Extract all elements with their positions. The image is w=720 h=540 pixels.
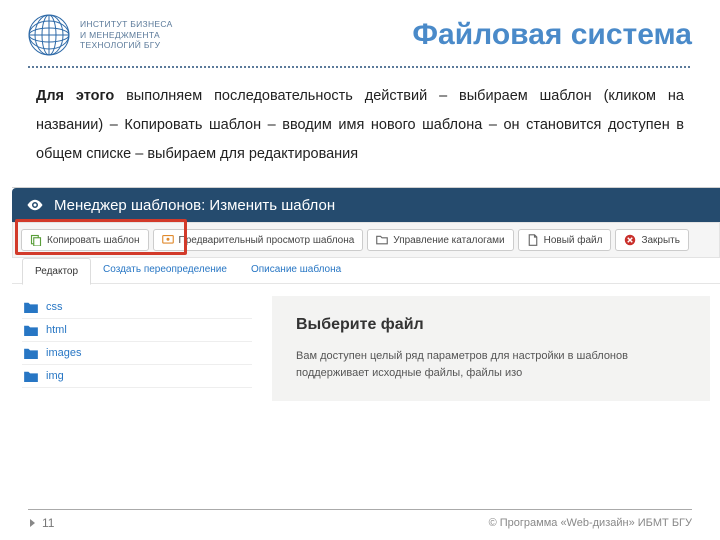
institute-name: ИНСТИТУТ БИЗНЕСА И МЕНЕДЖМЕНТА ТЕХНОЛОГИ…: [80, 19, 173, 51]
folder-icon: [24, 301, 38, 313]
copy-template-button[interactable]: Копировать шаблон: [21, 229, 149, 251]
folder-icon: [24, 324, 38, 336]
screenshot-panel: Менеджер шаблонов: Изменить шаблон Копир…: [12, 187, 720, 401]
slide-header: ИНСТИТУТ БИЗНЕСА И МЕНЕДЖМЕНТА ТЕХНОЛОГИ…: [0, 0, 720, 66]
folder-icon: [24, 370, 38, 382]
folder-item-html[interactable]: html: [22, 319, 252, 342]
folder-item-img[interactable]: img: [22, 365, 252, 388]
folder-icon: [24, 347, 38, 359]
folder-manage-icon: [376, 234, 388, 246]
body-rest: выполняем последовательность действий – …: [36, 88, 684, 162]
globe-icon: [28, 14, 70, 56]
panel-heading: Выберите файл: [296, 316, 686, 334]
folder-item-images[interactable]: images: [22, 342, 252, 365]
tab-override[interactable]: Создать переопределение: [91, 257, 239, 284]
manage-folders-button[interactable]: Управление каталогами: [367, 229, 513, 251]
file-icon: [527, 234, 539, 246]
preview-template-button[interactable]: Предварительный просмотр шаблона: [153, 229, 364, 251]
eye-icon: [26, 196, 44, 214]
preview-icon: [162, 234, 174, 246]
tab-description[interactable]: Описание шаблона: [239, 257, 353, 284]
new-file-button[interactable]: Новый файл: [518, 229, 612, 251]
logo-block: ИНСТИТУТ БИЗНЕСА И МЕНЕДЖМЕНТА ТЕХНОЛОГИ…: [28, 14, 173, 56]
right-panel: Выберите файл Вам доступен целый ряд пар…: [272, 296, 710, 401]
folder-item-css[interactable]: css: [22, 296, 252, 319]
copy-icon: [30, 234, 42, 246]
close-button[interactable]: Закрыть: [615, 229, 689, 251]
page-arrow-icon: [28, 518, 38, 528]
toolbar: Копировать шаблон Предварительный просмо…: [12, 222, 720, 258]
tabs: Редактор Создать переопределение Описани…: [12, 257, 720, 284]
page-title: Файловая система: [173, 18, 692, 52]
page-number: 11: [28, 516, 54, 530]
copyright: © Программа «Web-дизайн» ИБМТ БГУ: [489, 517, 692, 529]
app-title: Менеджер шаблонов: Изменить шаблон: [54, 197, 335, 214]
folder-list: css html images img: [22, 296, 252, 401]
tab-editor[interactable]: Редактор: [22, 258, 91, 285]
body-emphasis: Для этого: [36, 88, 114, 104]
slide-footer: 11 © Программа «Web-дизайн» ИБМТ БГУ: [28, 509, 692, 530]
content-area: css html images img Выберите файл Вам до…: [12, 283, 720, 401]
body-paragraph: Для этого выполняем последовательность д…: [0, 68, 720, 187]
close-icon: [624, 234, 636, 246]
panel-text: Вам доступен целый ряд параметров для на…: [296, 348, 686, 381]
app-titlebar: Менеджер шаблонов: Изменить шаблон: [12, 188, 720, 222]
